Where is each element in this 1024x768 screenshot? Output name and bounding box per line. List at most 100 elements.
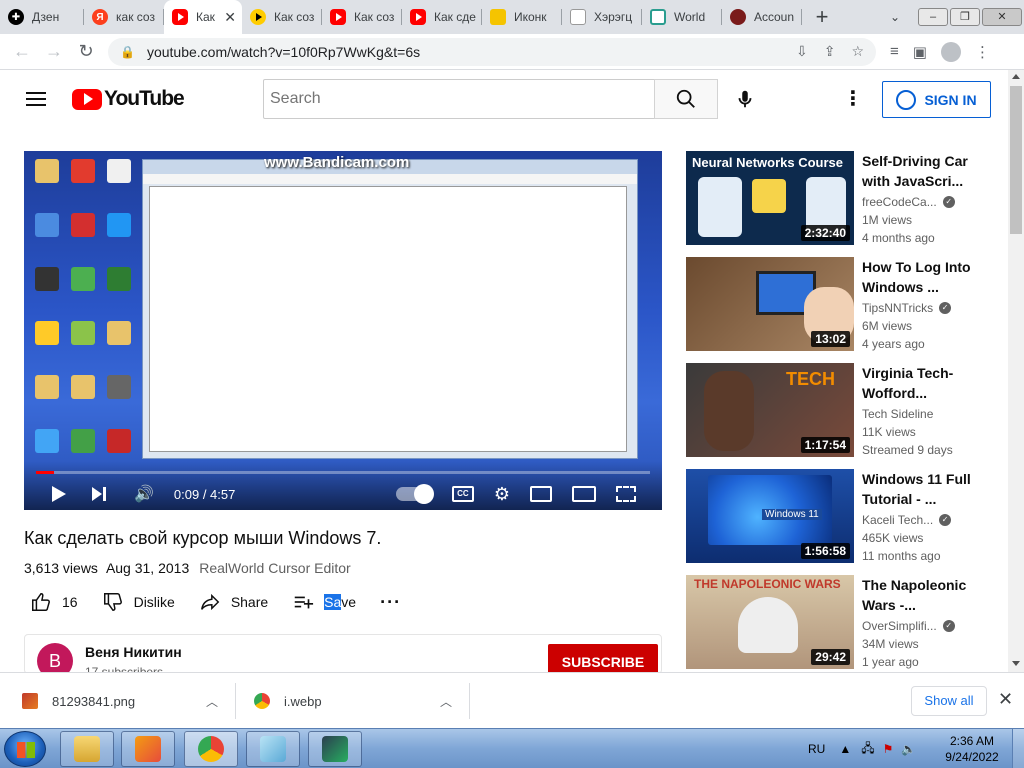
search-button[interactable] [654,79,718,119]
tab-youtube-3[interactable]: Как сде [402,0,482,34]
media-queue-icon[interactable]: ≡ [890,43,899,60]
related-channel[interactable]: OverSimplifi... ✓ [862,619,955,633]
yandex-icon: Я [92,9,108,25]
taskbar-cursor-editor[interactable] [308,731,362,767]
chevron-up-icon[interactable]: ︿ [206,693,218,710]
like-button[interactable]: 16 [30,591,78,613]
volume-tray-icon[interactable]: 🔈 [901,742,916,756]
fullscreen-icon[interactable] [616,486,636,502]
search-input[interactable]: Search [263,79,655,119]
progress-bar[interactable] [36,471,650,474]
tab-youtube-active[interactable]: Как ✕ [164,0,242,34]
tray-expand-icon[interactable]: ▲ [839,742,851,756]
settings-kebab-icon[interactable]: ⋮ [843,88,863,110]
related-channel[interactable]: freeCodeCa... ✓ [862,195,955,209]
related-video[interactable]: TECH 1:17:54 Virginia Tech-Wofford... Te… [686,363,996,457]
description-snippet[interactable]: RealWorld Cursor Editor [199,560,350,576]
save-button[interactable]: Save [292,591,356,613]
more-actions-icon[interactable]: ··· [380,592,401,613]
restore-button[interactable]: ❐ [950,8,980,26]
tab-yandex[interactable]: Якак соз [84,0,164,34]
network-icon[interactable]: 🖧 [861,739,874,760]
captions-icon[interactable]: CC [451,486,474,502]
autoplay-toggle[interactable] [395,484,434,504]
related-video[interactable]: 13:02 How To Log Into Windows ... TipsNN… [686,257,996,351]
side-panel-icon[interactable]: ▣ [913,43,927,61]
subscribe-button[interactable]: SUBSCRIBE [548,644,658,673]
taskbar-notepad[interactable] [246,731,300,767]
tab-close-icon[interactable]: ✕ [224,9,236,26]
video-thumbnail[interactable]: THE NAPOLEONIC WARS 29:42 [686,575,854,669]
tab-youtube-2[interactable]: Как соз [322,0,402,34]
tab-world[interactable]: World [642,0,722,34]
language-indicator[interactable]: RU [808,742,825,756]
time-display: 0:09 / 4:57 [173,486,236,502]
tab-search-chevron-icon[interactable]: ⌄ [890,10,900,24]
play-icon[interactable] [52,486,66,502]
miniplayer-icon[interactable] [530,486,552,502]
related-video[interactable]: Neural Networks Course 2:32:40 Self-Driv… [686,151,996,245]
forward-arrow-icon[interactable]: → [38,41,70,62]
related-video[interactable]: THE NAPOLEONIC WARS 29:42 The Napoleonic… [686,575,996,669]
related-title[interactable]: How To Log Into Windows ... [862,257,982,297]
youtube-logo[interactable]: YouTube [72,87,185,111]
address-bar[interactable]: 🔒 youtube.com/watch?v=10f0Rp7WwKg&t=6s ⇩… [108,37,876,66]
video-thumbnail[interactable]: Neural Networks Course 2:32:40 [686,151,854,245]
video-player[interactable]: www.Bandicam.com 🔊 0:09 / 4:57 CC ⚙ [24,151,662,510]
chrome-menu-icon[interactable]: ⋮ [975,43,990,61]
related-title[interactable]: Virginia Tech-Wofford... [862,363,982,403]
dislike-button[interactable]: Dislike [102,591,175,613]
tab-icons[interactable]: Иконк [482,0,562,34]
related-channel[interactable]: Tech Sideline [862,407,933,421]
settings-gear-icon[interactable]: ⚙ [494,484,510,505]
video-thumbnail[interactable]: 13:02 [686,257,854,351]
taskbar-chrome[interactable] [184,731,238,767]
video-thumbnail[interactable]: Windows 11 1:56:58 [686,469,854,563]
related-video[interactable]: Windows 11 1:56:58 Windows 11 Full Tutor… [686,469,996,563]
next-video-icon[interactable] [92,487,106,501]
video-thumbnail[interactable]: TECH 1:17:54 [686,363,854,457]
chevron-up-icon[interactable]: ︿ [440,693,452,710]
show-all-downloads-button[interactable]: Show all [911,686,987,716]
tab-label: Дзен [32,10,60,24]
channel-name[interactable]: Веня Никитин [85,644,182,660]
download-item[interactable]: 81293841.png ︿ [0,673,236,729]
related-title[interactable]: Windows 11 Full Tutorial - ... [862,469,982,509]
scroll-down-arrow-icon[interactable] [1012,661,1020,666]
scroll-up-arrow-icon[interactable] [1012,74,1020,79]
start-orb-icon[interactable] [4,731,46,767]
microphone-icon[interactable] [734,88,756,110]
tab-account[interactable]: Accoun [722,0,802,34]
minimize-button[interactable]: – [918,8,948,26]
related-channel[interactable]: Kaceli Tech... ✓ [862,513,952,527]
close-download-shelf-icon[interactable]: ✕ [998,689,1013,710]
show-desktop-button[interactable] [1012,729,1024,768]
taskbar-media-player[interactable] [121,731,175,767]
bookmark-star-icon[interactable]: ☆ [851,43,864,60]
menu-hamburger-icon[interactable] [26,92,46,106]
page-scrollbar[interactable] [1008,70,1024,672]
back-arrow-icon[interactable]: ← [6,41,38,62]
related-channel[interactable]: TipsNNTricks ✓ [862,301,952,315]
sign-in-button[interactable]: SIGN IN [882,81,991,118]
scrollbar-thumb[interactable] [1010,86,1022,234]
share-button[interactable]: Share [199,591,268,613]
download-item[interactable]: i.webp ︿ [236,673,470,729]
theater-mode-icon[interactable] [572,486,596,502]
close-window-button[interactable]: ✕ [982,8,1022,26]
action-center-flag-icon[interactable]: ⚑ [883,742,894,756]
related-title[interactable]: The Napoleonic Wars -... [862,575,982,615]
profile-avatar-icon[interactable] [940,41,961,62]
install-app-icon[interactable]: ⇩ [796,43,808,60]
related-title[interactable]: Self-Driving Car with JavaScri... [862,151,982,191]
tab-play[interactable]: Как соз [242,0,322,34]
tab-dzen[interactable]: ✚ Дзен [0,0,84,34]
system-clock[interactable]: 2:36 AM 9/24/2022 [936,733,1008,765]
volume-icon[interactable]: 🔊 [134,484,154,504]
tab-doc[interactable]: Хэрэгц [562,0,642,34]
new-tab-button[interactable]: + [802,4,842,30]
channel-avatar[interactable]: В [37,643,73,673]
taskbar-explorer[interactable] [60,731,114,767]
reload-icon[interactable]: ↻ [70,41,102,62]
share-icon[interactable]: ⇪ [824,43,836,60]
